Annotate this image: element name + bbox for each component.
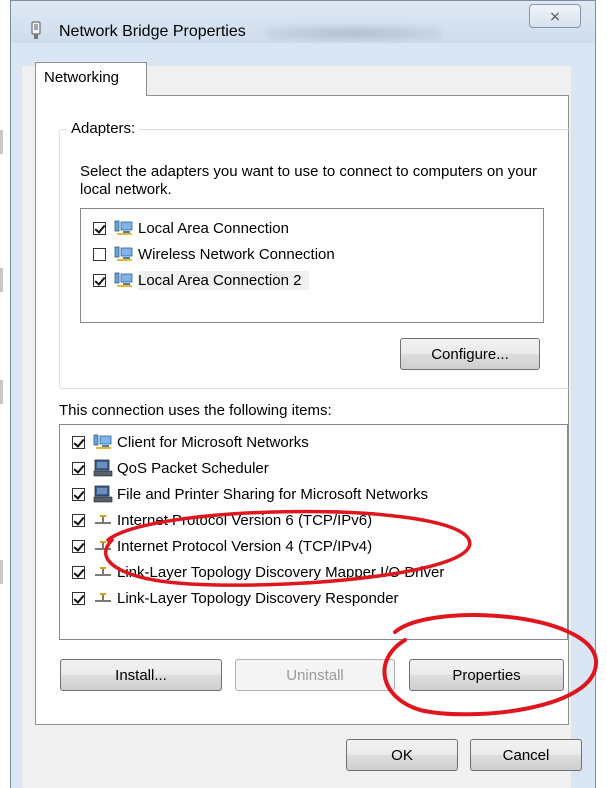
close-icon: ⨯: [549, 8, 561, 24]
item-checkbox[interactable]: [72, 435, 85, 449]
protocol-icon: [95, 541, 111, 550]
adapters-group-label: Adapters:: [67, 120, 140, 137]
adapter-checkbox[interactable]: [93, 273, 106, 287]
item-checkbox[interactable]: [72, 591, 85, 605]
title-bar[interactable]: Network Bridge Properties ⨯: [11, 1, 595, 43]
adapter-item-local-area-connection-2[interactable]: Local Area Connection 2: [81, 267, 310, 293]
item-client-for-microsoft-networks[interactable]: Client for Microsoft Networks: [60, 429, 312, 455]
item-label: Link-Layer Topology Discovery Mapper I/O…: [117, 563, 445, 581]
network-adapter-icon: [114, 220, 133, 235]
protocol-icon: [95, 515, 111, 524]
item-label: Internet Protocol Version 6 (TCP/IPv6): [117, 511, 373, 529]
network-adapter-icon: [114, 246, 133, 261]
service-icon: [93, 459, 113, 477]
adapters-list[interactable]: Local Area Connection Wireless Network C…: [80, 208, 544, 323]
background-edge: [0, 0, 10, 788]
item-internet-protocol-version-4[interactable]: Internet Protocol Version 4 (TCP/IPv4): [60, 533, 375, 559]
item-lltd-mapper-io-driver[interactable]: Link-Layer Topology Discovery Mapper I/O…: [60, 559, 447, 585]
properties-button[interactable]: Properties: [409, 659, 564, 691]
install-button[interactable]: Install...: [60, 659, 222, 691]
item-checkbox[interactable]: [72, 539, 85, 553]
adapter-label: Wireless Network Connection: [138, 245, 335, 263]
adapter-checkbox[interactable]: [93, 247, 106, 261]
item-qos-packet-scheduler[interactable]: QoS Packet Scheduler: [60, 455, 272, 481]
item-file-and-printer-sharing[interactable]: File and Printer Sharing for Microsoft N…: [60, 481, 431, 507]
ok-button[interactable]: OK: [346, 739, 458, 771]
item-checkbox[interactable]: [72, 513, 85, 527]
adapter-label: Local Area Connection 2: [138, 270, 310, 290]
item-label: Internet Protocol Version 4 (TCP/IPv4): [117, 537, 373, 555]
adapter-checkbox[interactable]: [93, 221, 106, 235]
cancel-button[interactable]: Cancel: [470, 739, 582, 771]
protocol-icon: [95, 567, 111, 576]
protocol-icon: [95, 593, 111, 602]
network-client-icon: [93, 434, 112, 449]
connection-items-list[interactable]: Client for Microsoft Networks QoS Packet…: [59, 424, 568, 640]
item-checkbox[interactable]: [72, 461, 85, 475]
item-label: QoS Packet Scheduler: [117, 459, 269, 477]
blurred-title-text: [266, 25, 441, 41]
window-title: Network Bridge Properties: [59, 23, 246, 40]
configure-button[interactable]: Configure...: [400, 338, 540, 370]
adapter-label: Local Area Connection: [138, 219, 289, 237]
item-label: Client for Microsoft Networks: [117, 433, 309, 451]
adapter-item-local-area-connection[interactable]: Local Area Connection: [81, 215, 292, 241]
item-lltd-responder[interactable]: Link-Layer Topology Discovery Responder: [60, 585, 402, 611]
adapter-item-wireless-network-connection[interactable]: Wireless Network Connection: [81, 241, 338, 267]
item-label: Link-Layer Topology Discovery Responder: [117, 589, 399, 607]
item-checkbox[interactable]: [72, 565, 85, 579]
item-label: File and Printer Sharing for Microsoft N…: [117, 485, 428, 503]
item-checkbox[interactable]: [72, 487, 85, 501]
tab-networking[interactable]: Networking: [35, 62, 147, 96]
close-button[interactable]: ⨯: [529, 4, 581, 28]
uninstall-button[interactable]: Uninstall: [235, 659, 395, 691]
item-internet-protocol-version-6[interactable]: Internet Protocol Version 6 (TCP/IPv6): [60, 507, 375, 533]
service-icon: [93, 485, 113, 503]
network-bridge-icon: [31, 21, 41, 39]
items-section-label: This connection uses the following items…: [59, 402, 332, 419]
adapters-description: Select the adapters you want to use to c…: [80, 163, 537, 198]
network-adapter-icon: [114, 272, 133, 287]
